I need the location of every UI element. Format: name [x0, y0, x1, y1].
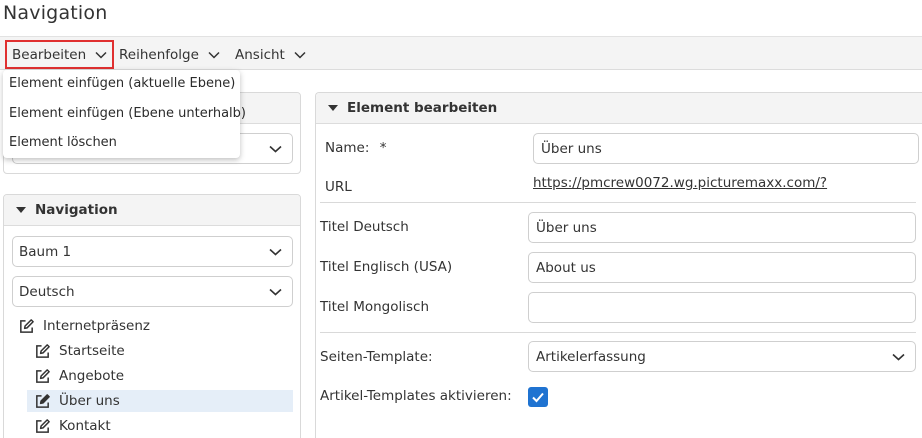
divider	[320, 332, 916, 333]
chevron-down-icon	[892, 353, 905, 361]
name-label-text: Name:	[325, 140, 370, 156]
page-title: Navigation	[3, 2, 108, 24]
title-mn-input[interactable]	[528, 292, 916, 323]
menu-bearbeiten-label: Bearbeiten	[12, 46, 87, 63]
edit-element-panel-title: Element bearbeiten	[347, 100, 498, 116]
edit-element-panel-header[interactable]: Element bearbeiten	[316, 93, 922, 124]
title-de-label: Titel Deutsch	[320, 219, 409, 235]
tree-item-label: Angebote	[59, 368, 125, 384]
edit-icon	[20, 318, 34, 333]
title-de-input[interactable]: Über uns	[528, 212, 916, 243]
template-select-value: Artikelerfassung	[536, 348, 646, 365]
title-de-input-value: Über uns	[536, 219, 597, 236]
menu-bearbeiten[interactable]: Bearbeiten	[5, 40, 115, 69]
navigation-panel: Navigation Baum 1 Deutsch Internetpräsen…	[3, 194, 301, 438]
menu-reihenfolge-label: Reihenfolge	[119, 46, 199, 63]
chevron-down-icon	[269, 145, 282, 153]
title-en-label: Titel Englisch (USA)	[320, 259, 453, 275]
tree-item-angebote[interactable]: Angebote	[34, 365, 124, 387]
template-select[interactable]: Artikelerfassung	[528, 341, 916, 372]
title-en-input-value: About us	[536, 259, 596, 276]
url-link[interactable]: https://pmcrew0072.wg.picturemaxx.com/?	[533, 175, 827, 191]
navigation-panel-title: Navigation	[35, 202, 118, 218]
language-select[interactable]: Deutsch	[12, 276, 293, 307]
menu-ansicht-label: Ansicht	[235, 46, 285, 63]
navigation-panel-header[interactable]: Navigation	[4, 195, 300, 226]
divider	[320, 202, 916, 203]
tree-item-internetpraesenz[interactable]: Internetpräsenz	[18, 315, 150, 337]
collapse-triangle-icon	[328, 105, 338, 111]
menu-item-insert-current-level[interactable]: Element einfügen (aktuelle Ebene)	[9, 76, 235, 91]
chevron-down-icon	[294, 51, 306, 59]
name-input[interactable]: Über uns	[533, 133, 919, 164]
tree-item-label: Startseite	[59, 343, 125, 359]
chevron-down-icon	[208, 51, 220, 59]
tree-item-label: Internetpräsenz	[43, 318, 150, 334]
menu-reihenfolge[interactable]: Reihenfolge	[114, 40, 225, 69]
template-label: Seiten-Template:	[320, 349, 433, 365]
required-marker: *	[379, 140, 387, 156]
edit-icon	[36, 393, 50, 408]
edit-icon	[36, 343, 50, 358]
chevron-down-icon	[269, 248, 282, 256]
edit-icon	[36, 418, 50, 433]
menu-item-delete-element[interactable]: Element löschen	[9, 135, 117, 150]
article-templates-checkbox[interactable]	[528, 387, 548, 407]
article-templates-label: Artikel-Templates aktivieren:	[320, 388, 512, 404]
checkmark-icon	[532, 392, 544, 403]
tree-item-label: Über uns	[59, 393, 120, 409]
language-select-value: Deutsch	[19, 283, 75, 300]
url-label: URL	[325, 179, 352, 195]
tree-item-ueber-uns[interactable]: Über uns	[27, 390, 293, 412]
menubar: Bearbeiten Reihenfolge Ansicht	[0, 36, 922, 70]
collapse-triangle-icon	[16, 207, 26, 213]
tree-select[interactable]: Baum 1	[12, 236, 293, 267]
tree-item-startseite[interactable]: Startseite	[34, 340, 125, 362]
edit-element-panel: Element bearbeiten Name: * Über uns URL …	[315, 92, 922, 438]
name-input-value: Über uns	[541, 140, 602, 157]
chevron-down-icon	[95, 51, 107, 59]
tree-item-kontakt[interactable]: Kontakt	[34, 415, 111, 437]
name-label: Name: *	[325, 140, 386, 156]
menu-ansicht[interactable]: Ansicht	[230, 40, 311, 69]
edit-icon	[36, 368, 50, 383]
tree-item-label: Kontakt	[59, 418, 111, 434]
chevron-down-icon	[269, 288, 282, 296]
title-mn-label: Titel Mongolisch	[320, 299, 430, 315]
menu-item-insert-level-below[interactable]: Element einfügen (Ebene unterhalb)	[9, 106, 246, 121]
bearbeiten-dropdown: Element einfügen (aktuelle Ebene) Elemen…	[3, 70, 246, 158]
tree-select-value: Baum 1	[19, 243, 72, 260]
title-en-input[interactable]: About us	[528, 252, 916, 283]
